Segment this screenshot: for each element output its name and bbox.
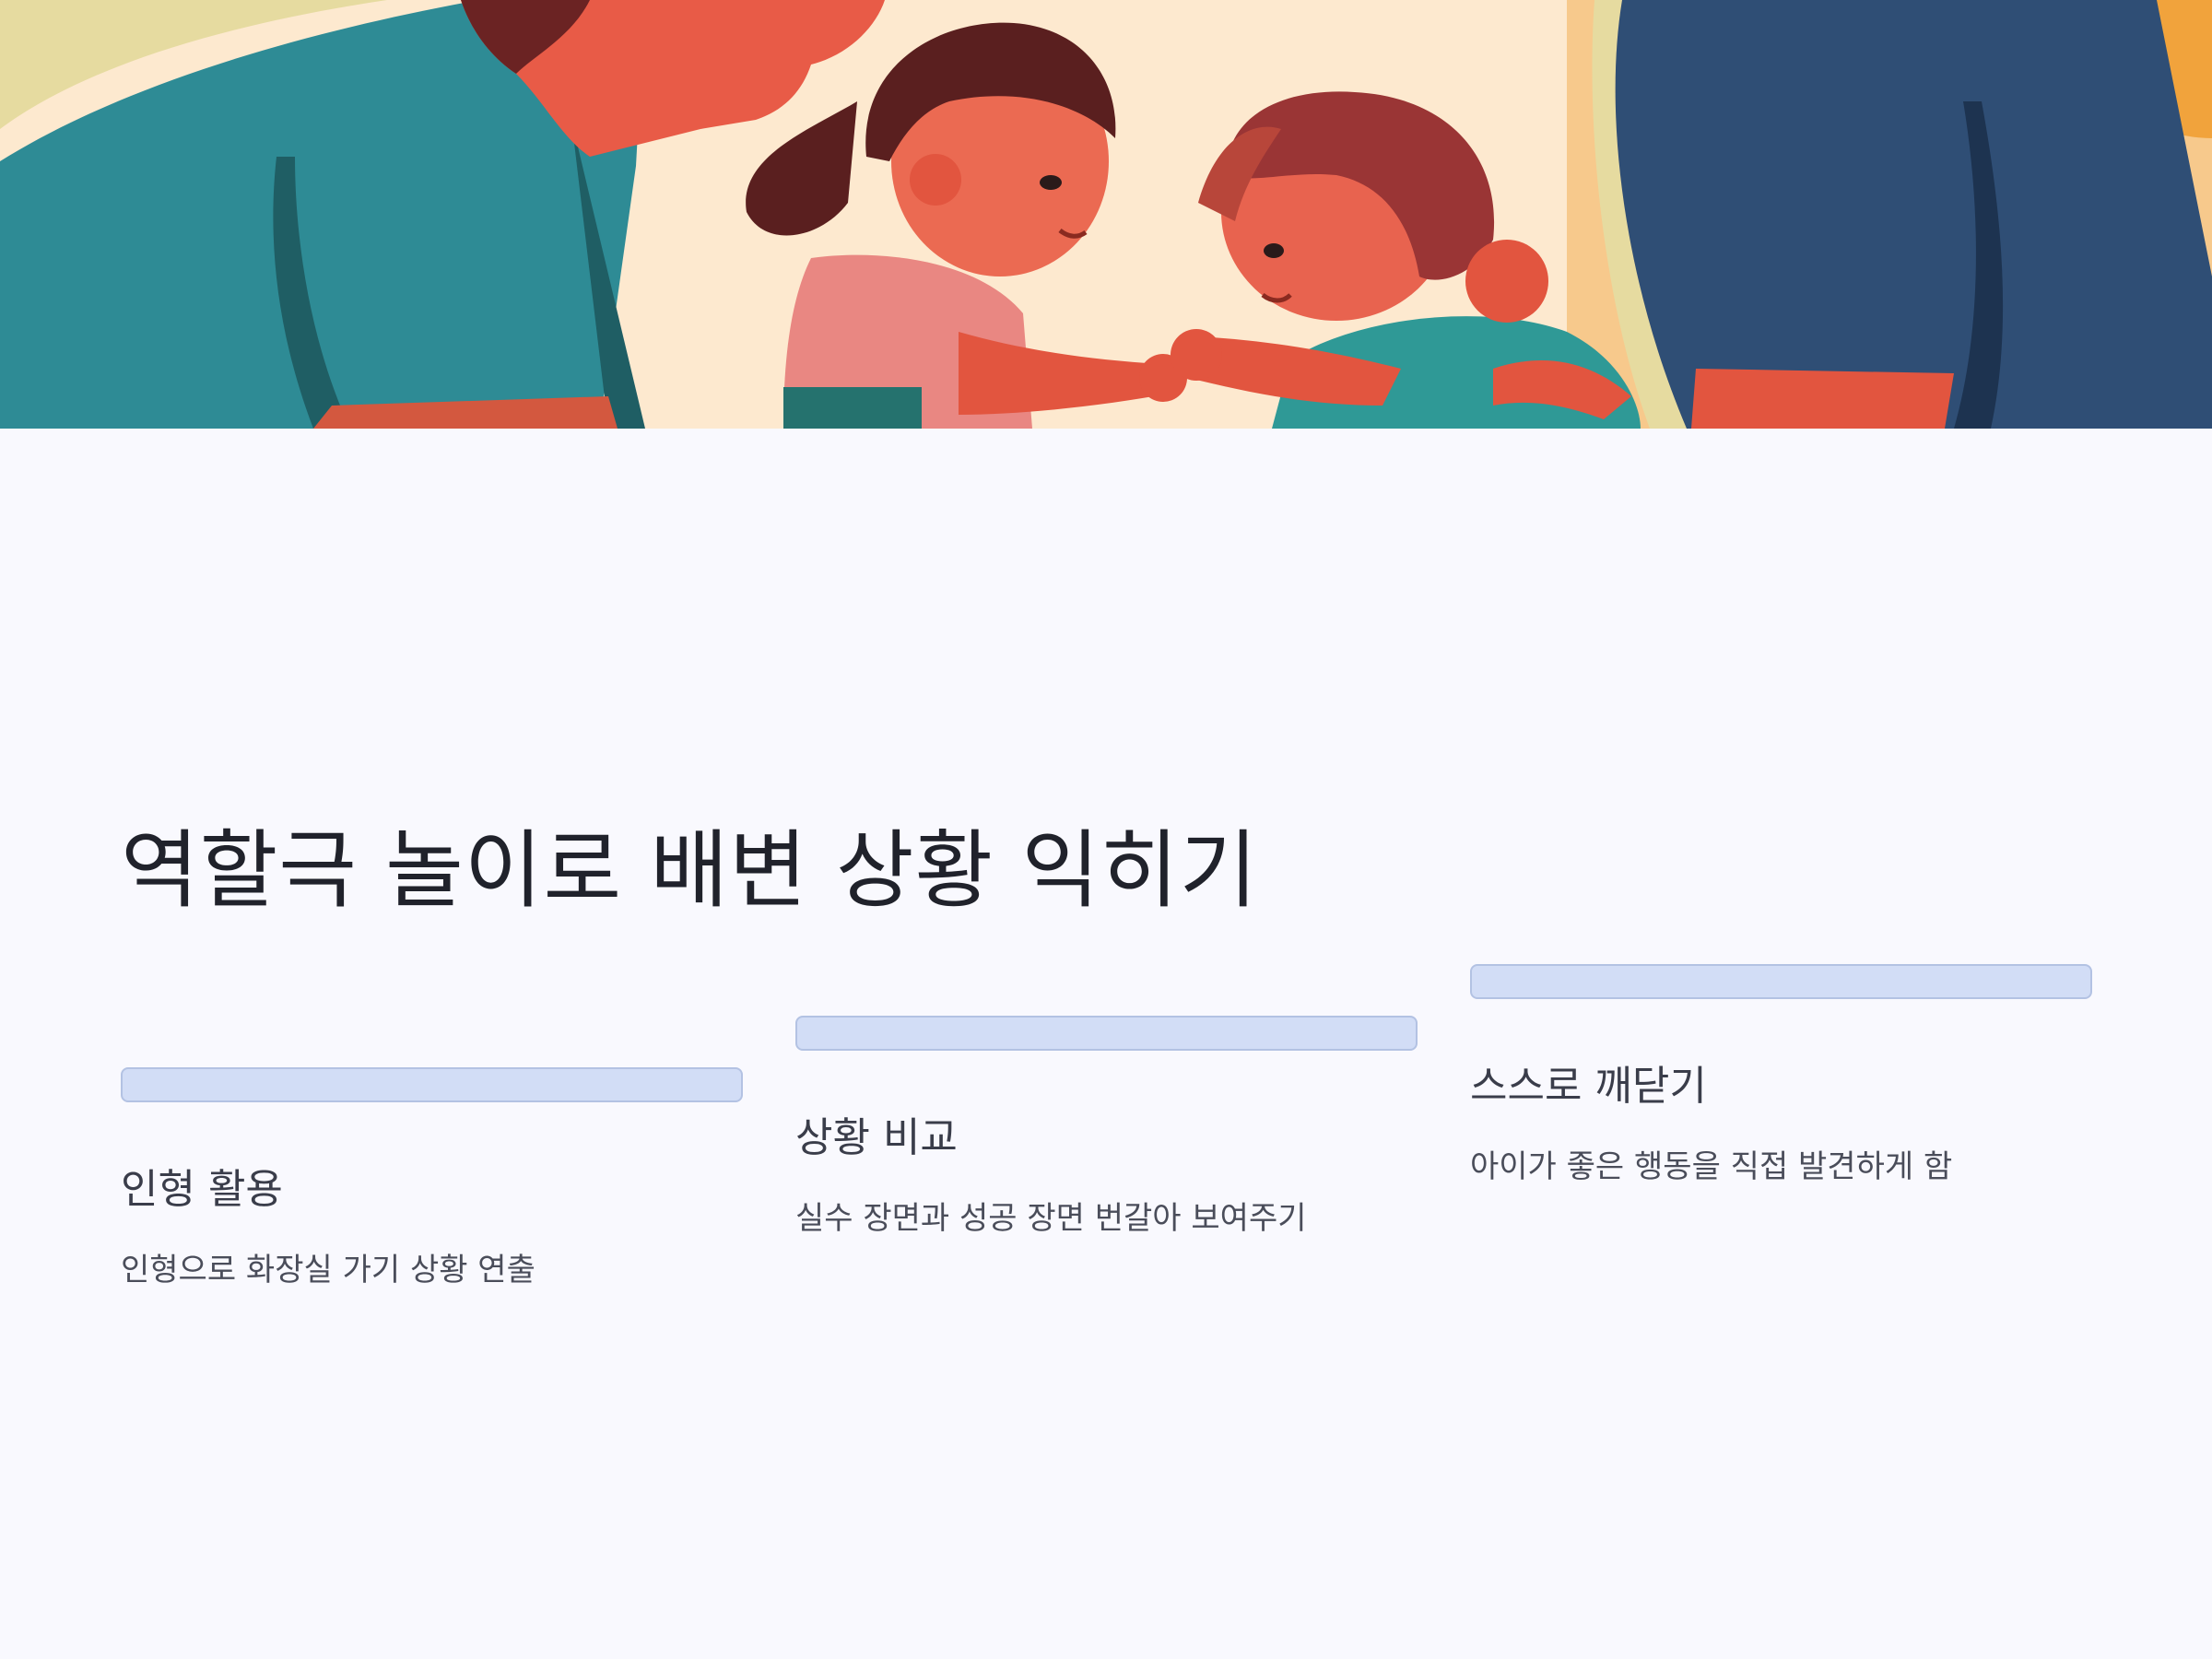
step-heading: 상황 비교 xyxy=(795,1114,958,1161)
step-heading: 인형 활용 xyxy=(121,1166,283,1213)
step-description: 인형으로 화장실 가기 상황 연출 xyxy=(121,1252,535,1288)
step-bar xyxy=(1470,964,2092,999)
step-bar xyxy=(795,1016,1418,1051)
page-title: 역할극 놀이로 배변 상황 익히기 xyxy=(121,821,1259,920)
hero-illustration xyxy=(0,0,2212,429)
step-card-2: 상황 비교 실수 장면과 성공 장면 번갈아 보여주기 xyxy=(795,1016,1418,1238)
step-card-1: 인형 활용 인형으로 화장실 가기 상황 연출 xyxy=(121,1067,743,1289)
step-description: 실수 장면과 성공 장면 번갈아 보여주기 xyxy=(795,1200,1307,1237)
step-bar xyxy=(121,1067,743,1102)
step-heading: 스스로 깨닫기 xyxy=(1470,1063,1707,1110)
step-card-3: 스스로 깨닫기 아이가 좋은 행동을 직접 발견하게 함 xyxy=(1470,964,2092,1186)
step-description: 아이가 좋은 행동을 직접 발견하게 함 xyxy=(1470,1148,1953,1185)
